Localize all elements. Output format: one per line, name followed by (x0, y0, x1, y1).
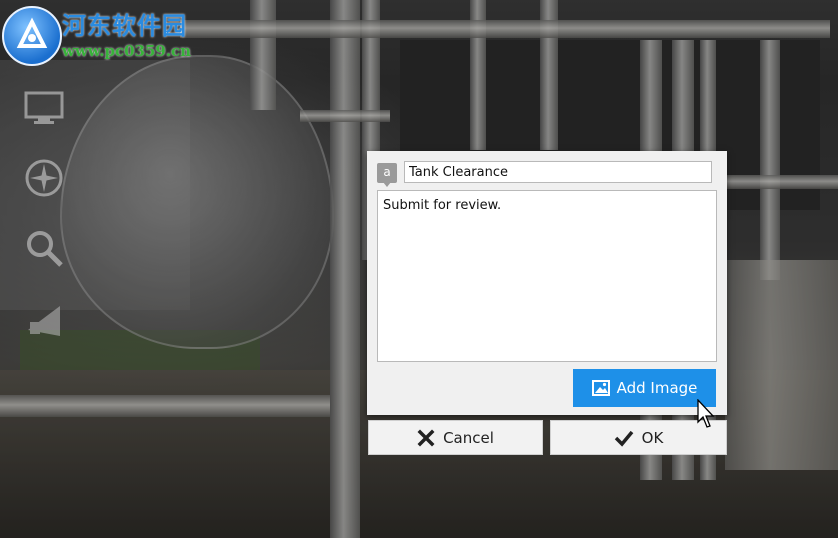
megaphone-icon[interactable] (22, 298, 66, 342)
compass-icon[interactable] (22, 156, 66, 200)
ok-label: OK (641, 428, 664, 447)
magnifier-icon[interactable] (22, 226, 66, 270)
add-image-button[interactable]: Add Image (573, 369, 716, 407)
add-image-label: Add Image (616, 379, 698, 397)
watermark-title: 河东软件园 (62, 11, 187, 40)
site-logo-icon (2, 6, 62, 66)
image-icon (591, 380, 610, 396)
mouse-pointer-icon (697, 399, 715, 428)
annotation-name-input[interactable] (404, 161, 712, 183)
checkmark-icon (614, 430, 634, 447)
monitor-icon[interactable] (22, 86, 66, 130)
close-icon (417, 429, 435, 446)
annotation-dialog: a Submit for review. Add Image (367, 151, 727, 415)
text-field-icon: a (377, 163, 397, 187)
cancel-label: Cancel (443, 428, 494, 447)
annotation-description-field[interactable]: Submit for review. (377, 190, 717, 362)
watermark-url: www.pc0359.cn (62, 42, 192, 60)
cancel-button[interactable]: Cancel (368, 420, 543, 455)
